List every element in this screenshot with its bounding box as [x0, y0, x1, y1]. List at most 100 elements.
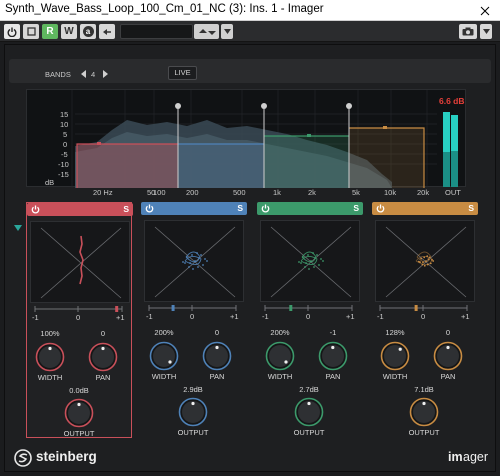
activate-icon: [26, 27, 36, 36]
output-label: OUTPUT: [177, 428, 209, 437]
bands-increment-icon[interactable]: [103, 70, 109, 78]
band-bypass-icon[interactable]: [31, 205, 40, 214]
width-value: 100%: [40, 329, 60, 338]
solo-button[interactable]: S: [123, 204, 129, 214]
output-knob[interactable]: [178, 397, 208, 427]
band-header: S: [257, 202, 363, 215]
pan-label: PAN: [325, 372, 341, 381]
vectorscope: [375, 220, 475, 302]
vectorscope-graph: [154, 226, 236, 298]
vectorscope-graph: [385, 226, 467, 298]
width-knob[interactable]: [149, 341, 179, 371]
band-strip-2: S -1 0 +1 200% 0 WIDTH PAN 2.9dB OUTPUT: [141, 202, 247, 438]
pan-value: 0: [214, 328, 220, 337]
plugin-footer: steinberg im ager: [5, 444, 495, 471]
preset-field[interactable]: [120, 24, 193, 39]
x-tick-label: 20k: [417, 188, 430, 197]
live-button[interactable]: LIVE: [168, 66, 197, 80]
ab-compare-button[interactable]: a: [80, 24, 96, 39]
band-bypass-icon[interactable]: [261, 204, 270, 213]
bypass-button[interactable]: [4, 24, 20, 39]
output-value: 2.9dB: [183, 385, 203, 394]
x-tick-label: 1k: [273, 188, 281, 197]
y-tick-label: -10: [58, 160, 69, 169]
output-knob[interactable]: [409, 397, 439, 427]
output-knob[interactable]: [64, 398, 94, 428]
solo-button[interactable]: S: [237, 203, 243, 213]
band-bypass-icon[interactable]: [376, 204, 385, 213]
close-button[interactable]: [470, 0, 500, 21]
arrow-left-icon: [103, 28, 111, 35]
preset-menu-button[interactable]: [221, 24, 233, 39]
x-tick-label: 10k: [384, 188, 397, 197]
window-titlebar: Synth_Wave_Bass_Loop_100_Cm_01_NC (3): I…: [0, 0, 500, 21]
camera-icon: [462, 27, 474, 36]
bands-decrement-icon[interactable]: [81, 70, 87, 78]
power-icon: [7, 27, 17, 37]
band-bypass-icon[interactable]: [145, 204, 154, 213]
width-knob[interactable]: [35, 342, 65, 372]
vectorscope-graph: [40, 227, 122, 299]
snapshot-button[interactable]: [459, 24, 477, 39]
scope-mid-label: 0: [421, 312, 426, 321]
width-label: WIDTH: [382, 372, 408, 381]
band-strip-4: S -1 0 +1 128% 0 WIDTH PAN 7.1dB OUTPUT: [372, 202, 478, 438]
brand-name: steinberg: [36, 449, 97, 464]
output-value: 7.1dB: [414, 385, 434, 394]
pan-position-slider[interactable]: -1 0 +1: [146, 302, 242, 324]
solo-button[interactable]: S: [353, 203, 359, 213]
y-tick-label: 15: [60, 110, 69, 119]
pan-knob[interactable]: [318, 341, 348, 371]
write-automation-button[interactable]: W: [61, 24, 77, 39]
y-tick-label: 0: [63, 140, 68, 149]
chevron-down-icon: [223, 29, 231, 34]
scope-right-label: +1: [116, 313, 125, 322]
vectorscope: [144, 220, 244, 302]
output-value: 0.0dB: [69, 386, 89, 395]
read-automation-button[interactable]: R: [42, 24, 58, 39]
x-tick-label: 2k: [308, 188, 316, 197]
scope-left-label: -1: [146, 312, 153, 321]
width-knob[interactable]: [265, 341, 295, 371]
output-label: OUTPUT: [63, 429, 95, 438]
x-tick-label: 20 Hz: [93, 188, 113, 197]
solo-button[interactable]: S: [468, 203, 474, 213]
pan-value: 0: [445, 328, 451, 337]
y-tick-label: -5: [61, 150, 68, 159]
peak-value: 6.6 dB: [439, 96, 465, 106]
preset-nav-button[interactable]: [194, 24, 219, 39]
pan-knob[interactable]: [88, 342, 118, 372]
y-tick-label: 5: [63, 130, 68, 139]
pan-position-slider[interactable]: -1 0 +1: [262, 302, 358, 324]
output-knob[interactable]: [294, 397, 324, 427]
output-label: OUTPUT: [408, 428, 440, 437]
pan-knob[interactable]: [202, 341, 232, 371]
scope-right-label: +1: [346, 312, 355, 321]
pan-position-slider[interactable]: -1 0 +1: [32, 303, 128, 325]
out-label: OUT: [445, 188, 461, 197]
copy-settings-button[interactable]: [99, 24, 115, 39]
product-name-suffix: ager: [463, 450, 489, 464]
vectorscope-graph: [270, 226, 352, 298]
scope-left-label: -1: [377, 312, 384, 321]
x-tick-label: 5k: [352, 188, 360, 197]
band-strip-1: S -1 0 +1 100% 0 WIDTH PAN 0.0dB OUTPUT: [26, 202, 133, 438]
settings-menu-button[interactable]: [480, 24, 492, 39]
bands-value: 4: [91, 70, 96, 79]
pan-value: -1: [329, 328, 337, 337]
spectrum-display[interactable]: 15 10 5 0 -5 -10 -15 dB 6.6 dB: [26, 89, 466, 188]
scope-mid-label: 0: [306, 312, 311, 321]
band-header: S: [141, 202, 247, 215]
pan-knob[interactable]: [433, 341, 463, 371]
activate-button[interactable]: [23, 24, 39, 39]
vectorscope: [30, 221, 130, 303]
scope-mid-label: 0: [76, 313, 81, 322]
width-knob[interactable]: [380, 341, 410, 371]
pan-position-slider[interactable]: -1 0 +1: [377, 302, 473, 324]
expand-triangle-icon[interactable]: [14, 225, 22, 231]
compare-icon: a: [82, 26, 94, 37]
pan-label: PAN: [209, 372, 225, 381]
width-value: 128%: [385, 328, 405, 337]
scope-right-label: +1: [461, 312, 470, 321]
output-value: 2.7dB: [299, 385, 319, 394]
